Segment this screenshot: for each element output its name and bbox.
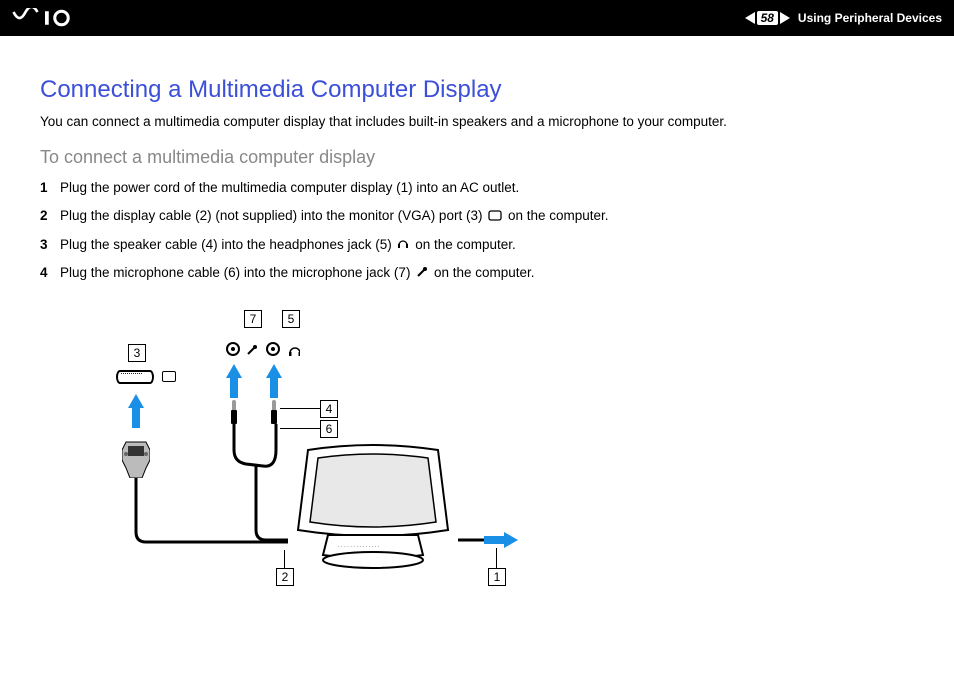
- step-text: Plug the microphone cable (6) into the m…: [60, 263, 914, 284]
- step-text: Plug the power cord of the multimedia co…: [60, 178, 914, 198]
- callout-1: 1: [488, 568, 506, 586]
- step-number: 4: [40, 263, 60, 284]
- microphone-icon: [416, 264, 428, 284]
- steps-list: 1 Plug the power cord of the multimedia …: [40, 178, 914, 284]
- callout-2: 2: [276, 568, 294, 586]
- step-text: Plug the display cable (2) (not supplied…: [60, 206, 914, 227]
- step-number: 1: [40, 178, 60, 198]
- page-number: 58: [757, 11, 778, 25]
- subheading: To connect a multimedia computer display: [40, 147, 914, 168]
- headphones-icon: [397, 235, 409, 255]
- header-right: 58 Using Peripheral Devices: [745, 11, 942, 25]
- monitor-port-icon: [488, 207, 502, 227]
- step-number: 2: [40, 206, 60, 227]
- step-text: Plug the speaker cable (4) into the head…: [60, 235, 914, 256]
- header-bar: 58 Using Peripheral Devices: [0, 0, 954, 36]
- intro-text: You can connect a multimedia computer di…: [40, 114, 914, 129]
- prev-page-arrow[interactable]: [745, 12, 755, 24]
- vaio-logo: [12, 8, 102, 28]
- section-label: Using Peripheral Devices: [798, 11, 942, 25]
- step-number: 3: [40, 235, 60, 256]
- callout-lead: [496, 548, 497, 568]
- step-2: 2 Plug the display cable (2) (not suppli…: [40, 206, 914, 227]
- page-nav: 58: [745, 11, 790, 25]
- step-4: 4 Plug the microphone cable (6) into the…: [40, 263, 914, 284]
- step-3: 3 Plug the speaker cable (4) into the he…: [40, 235, 914, 256]
- page-title: Connecting a Multimedia Computer Display: [40, 76, 914, 104]
- crt-monitor-icon: · · · · · · · · · · · · · ·: [288, 440, 458, 580]
- next-page-arrow[interactable]: [780, 12, 790, 24]
- callout-lead: [284, 550, 285, 568]
- page-content: Connecting a Multimedia Computer Display…: [0, 36, 954, 600]
- step-1: 1 Plug the power cord of the multimedia …: [40, 178, 914, 198]
- connection-diagram: 3 7 5 4 6: [88, 300, 568, 600]
- svg-text:· · · · · · · · · · · · · ·: · · · · · · · · · · · · · ·: [338, 544, 380, 550]
